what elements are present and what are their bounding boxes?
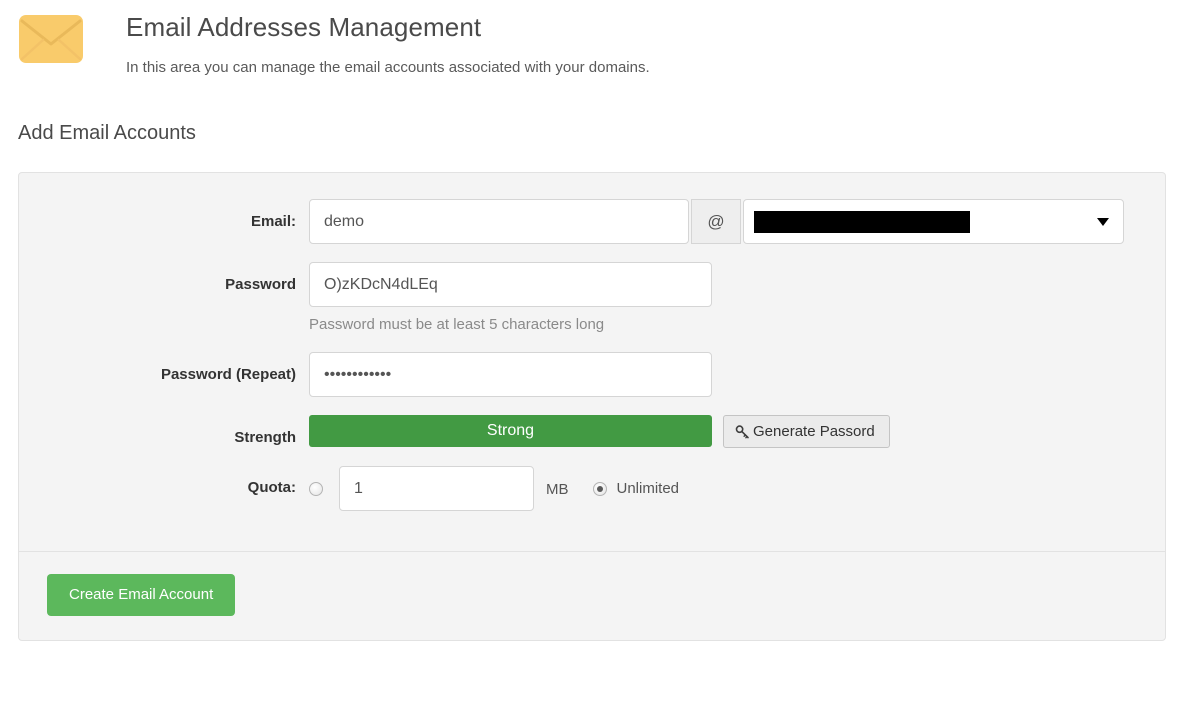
quota-limited-radio[interactable] xyxy=(309,481,323,496)
domain-value-redacted xyxy=(754,210,970,233)
quota-value-input[interactable] xyxy=(339,466,534,511)
email-input-group: @ xyxy=(309,199,1124,244)
password-label: Password xyxy=(225,276,296,293)
section-title: Add Email Accounts xyxy=(18,122,196,144)
password-input[interactable] xyxy=(309,262,712,307)
strength-control-area: Strong Generate Passord xyxy=(309,415,1165,448)
panel-footer: Create Email Account xyxy=(19,551,1165,640)
panel-body: Email: @ Password Password must be at le… xyxy=(19,173,1165,551)
form-row-email: Email: @ xyxy=(19,199,1165,244)
password-strength-bar: Strong xyxy=(309,415,712,447)
quota-unlimited-radio[interactable] xyxy=(592,481,607,496)
add-email-accounts-panel: Email: @ Password Password must be at le… xyxy=(18,172,1166,641)
page-title: Email Addresses Management xyxy=(126,12,482,42)
password-control-area: Password must be at least 5 characters l… xyxy=(309,262,1165,334)
form-row-password-repeat: Password (Repeat) xyxy=(19,352,1165,397)
strength-label: Strength xyxy=(234,429,296,446)
domain-select[interactable] xyxy=(743,199,1124,244)
header-text-block: Email Addresses Management In this area … xyxy=(86,10,650,78)
form-row-quota: Quota: MB Unlimited xyxy=(19,466,1165,511)
generate-password-label: Generate Passord xyxy=(753,423,875,440)
password-help-text: Password must be at least 5 characters l… xyxy=(309,316,605,333)
page-subtitle: In this area you can manage the email ac… xyxy=(126,59,650,76)
at-symbol-addon: @ xyxy=(691,199,741,244)
quota-label: Quota: xyxy=(247,479,296,496)
form-row-strength: Strength Strong Generate Passord xyxy=(19,415,1165,448)
header-icon-container xyxy=(18,10,86,64)
email-control-area: @ xyxy=(309,199,1165,244)
envelope-icon xyxy=(19,15,83,63)
form-row-password: Password Password must be at least 5 cha… xyxy=(19,262,1165,334)
generate-password-button[interactable]: Generate Passord xyxy=(723,415,890,448)
password-repeat-label: Password (Repeat) xyxy=(160,366,296,383)
quota-unlimited-label: Unlimited xyxy=(616,480,680,497)
quota-control-area: MB Unlimited xyxy=(309,466,1165,511)
page-header: Email Addresses Management In this area … xyxy=(0,0,1184,78)
email-label: Email: xyxy=(250,213,296,230)
quota-unlimited-group[interactable]: Unlimited xyxy=(592,480,680,497)
email-local-part-input[interactable] xyxy=(309,199,689,244)
key-icon xyxy=(735,424,749,438)
chevron-down-icon xyxy=(1097,217,1109,226)
create-email-account-button[interactable]: Create Email Account xyxy=(47,574,236,616)
password-repeat-input[interactable] xyxy=(309,352,712,397)
password-repeat-control-area xyxy=(309,352,1165,397)
quota-unit-label: MB xyxy=(546,480,569,498)
